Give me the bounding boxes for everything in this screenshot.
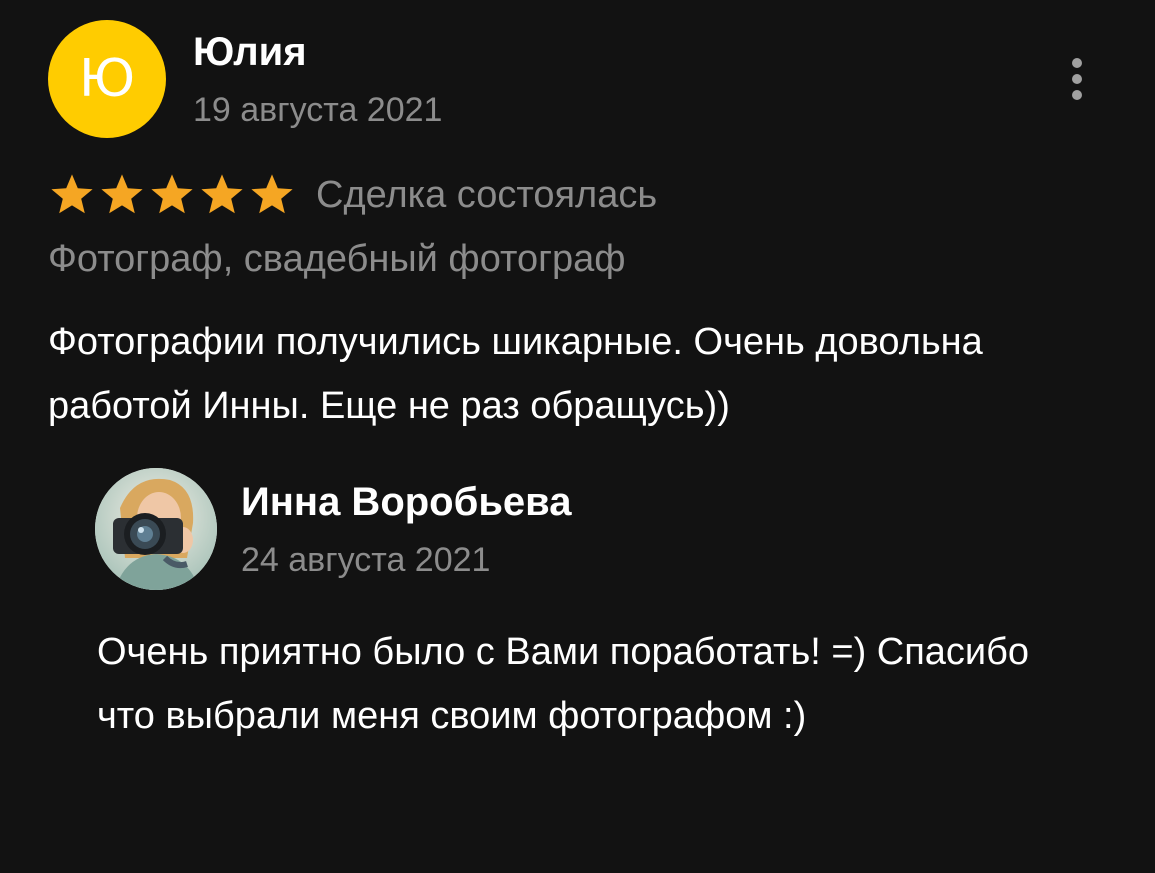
more-options-button[interactable] (1060, 56, 1094, 102)
star-icon (248, 172, 296, 218)
reply-text: Очень приятно было с Вами поработать! =)… (97, 631, 1030, 737)
star-icon (48, 172, 96, 218)
reply-avatar[interactable] (95, 468, 217, 590)
rating-row: Сделка состоялась (48, 170, 657, 220)
more-vertical-icon-dot (1072, 74, 1082, 84)
review-date: 19 августа 2021 (193, 91, 443, 129)
author-initial: Ю (78, 49, 136, 109)
reply-author-name[interactable]: Инна Воробьева (241, 480, 571, 525)
service-category: Фотограф, свадебный фотограф (48, 238, 626, 280)
star-rating (48, 172, 298, 218)
more-vertical-icon-dot (1072, 90, 1082, 100)
reply-date: 24 августа 2021 (241, 541, 491, 579)
more-vertical-icon (1072, 58, 1082, 68)
author-avatar[interactable]: Ю (48, 20, 166, 138)
star-icon (148, 172, 196, 218)
photographer-photo-avatar (95, 468, 217, 590)
review-text: Фотографии получились шикарные. Очень до… (48, 321, 983, 427)
star-icon (98, 172, 146, 218)
star-icon (198, 172, 246, 218)
review-card: Ю Юлия 19 августа 2021 Сделка состоялась… (0, 0, 1155, 873)
deal-status: Сделка состоялась (316, 173, 658, 216)
author-name[interactable]: Юлия (193, 30, 307, 75)
